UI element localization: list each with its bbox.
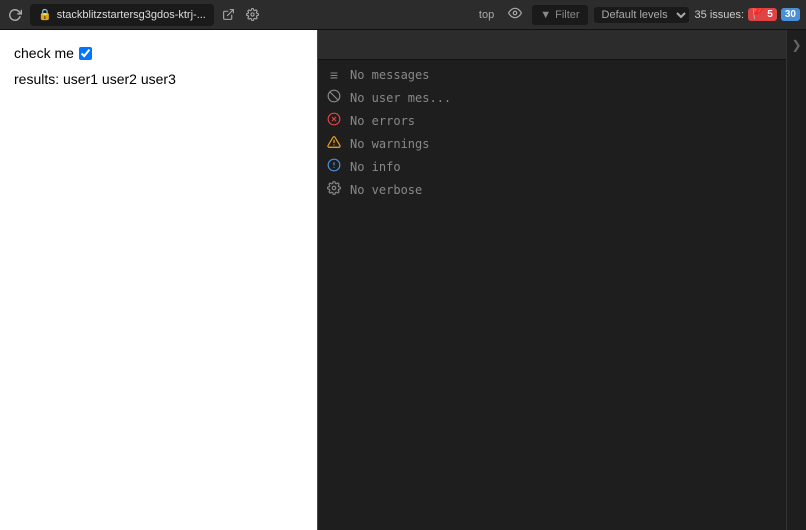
messages-label: No messages [350, 68, 429, 82]
errors-label: No errors [350, 114, 415, 128]
eye-button[interactable] [504, 4, 526, 25]
info-icon [326, 158, 342, 175]
preview-pane: check me results: user1 user2 user3 [0, 30, 318, 530]
errors-icon [326, 112, 342, 129]
filter-icon: ▼ [540, 9, 551, 21]
verbose-label: No verbose [350, 183, 422, 197]
filter-label: Filter [555, 9, 579, 21]
top-dropdown[interactable]: top [475, 7, 498, 23]
blue-badge: 30 [781, 8, 800, 21]
check-me-checkbox[interactable] [79, 47, 92, 60]
issues-badge: 35 issues: 🚩 5 30 [695, 8, 800, 21]
external-link-button[interactable] [220, 6, 238, 24]
refresh-button[interactable] [6, 6, 24, 24]
filter-bar[interactable]: ▼ Filter [532, 5, 587, 25]
console-item-warnings[interactable]: No warnings [318, 132, 786, 155]
warnings-icon [326, 135, 342, 152]
user-messages-label: No user mes... [350, 91, 451, 105]
info-label: No info [350, 160, 401, 174]
console-messages: ≡ No messages No user mes... [318, 60, 786, 530]
settings-button[interactable] [244, 6, 262, 24]
check-row: check me [14, 42, 303, 64]
console-item-messages[interactable]: ≡ No messages [318, 64, 786, 86]
console-item-errors[interactable]: No errors [318, 109, 786, 132]
top-bar: 🔒 stackblitzstartersg3gdos-ktrj-... top [0, 0, 806, 30]
top-bar-right: top ▼ Filter Default levels 35 issues: 🚩… [475, 4, 800, 25]
issues-count-label: 35 issues: [695, 9, 745, 21]
devtools-toolbar [318, 30, 786, 60]
check-label: check me [14, 42, 74, 64]
warnings-label: No warnings [350, 137, 429, 151]
verbose-icon [326, 181, 342, 198]
console-item-verbose[interactable]: No verbose [318, 178, 786, 201]
lock-icon: 🔒 [38, 8, 52, 21]
url-text: stackblitzstartersg3gdos-ktrj-... [57, 9, 206, 21]
red-badge: 🚩 5 [748, 8, 777, 21]
browser-controls: 🔒 stackblitzstartersg3gdos-ktrj-... [6, 4, 262, 26]
right-panel: ❯ [786, 30, 806, 530]
main-area: check me results: user1 user2 user3 ≡ No… [0, 30, 806, 530]
url-bar[interactable]: 🔒 stackblitzstartersg3gdos-ktrj-... [30, 4, 214, 26]
console-item-user-messages[interactable]: No user mes... [318, 86, 786, 109]
expand-icon[interactable]: ❯ [791, 38, 801, 52]
devtools-pane: ≡ No messages No user mes... [318, 30, 786, 530]
messages-icon: ≡ [326, 67, 342, 83]
user-messages-icon [326, 89, 342, 106]
results-text: results: user1 user2 user3 [14, 71, 176, 87]
level-select[interactable]: Default levels [594, 7, 689, 23]
console-item-info[interactable]: No info [318, 155, 786, 178]
